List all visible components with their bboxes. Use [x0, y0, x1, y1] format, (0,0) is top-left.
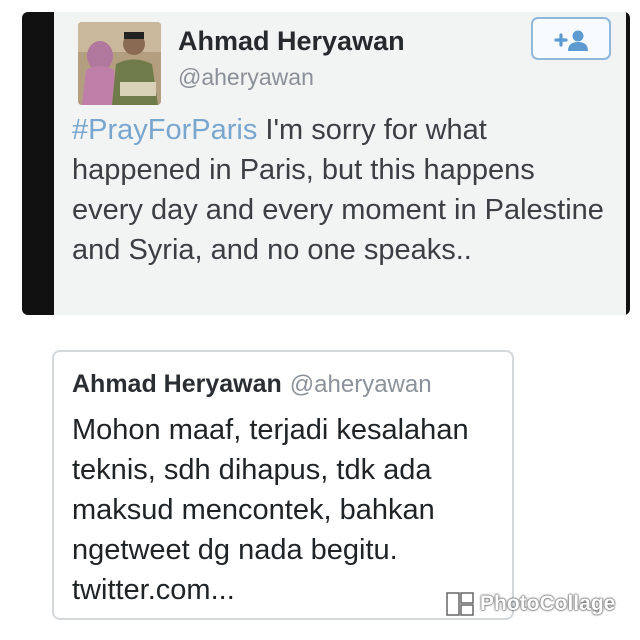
add-user-icon — [554, 30, 588, 51]
collage-icon — [446, 592, 474, 616]
photocollage-watermark: PhotoCollage — [446, 590, 615, 618]
user-handle[interactable]: @aheryawan — [178, 64, 314, 91]
tweet-text: Mohon maaf, terjadi kesalahan teknis, sd… — [72, 414, 469, 606]
avatar[interactable] — [78, 22, 161, 105]
display-name[interactable]: Ahmad Heryawan — [178, 26, 405, 57]
tweet-header: Ahmad Heryawan @aheryawan — [72, 370, 432, 399]
bottom-tweet-card: Ahmad Heryawan @aheryawan Mohon maaf, ter… — [52, 350, 514, 620]
display-name[interactable]: Ahmad Heryawan — [72, 370, 282, 398]
watermark-text: PhotoCollage — [480, 592, 616, 615]
user-handle[interactable]: @aheryawan — [290, 371, 432, 398]
top-tweet-card: Ahmad Heryawan @aheryawan #PrayForParis … — [54, 12, 626, 315]
top-tweet-screenshot: Ahmad Heryawan @aheryawan #PrayForParis … — [22, 12, 630, 315]
tweet-text: #PrayForParis I'm sorry for what happene… — [72, 110, 612, 270]
hashtag-link[interactable]: #PrayForParis — [72, 114, 257, 146]
collage-page: Ahmad Heryawan @aheryawan #PrayForParis … — [0, 0, 640, 640]
follow-button[interactable] — [531, 17, 611, 60]
